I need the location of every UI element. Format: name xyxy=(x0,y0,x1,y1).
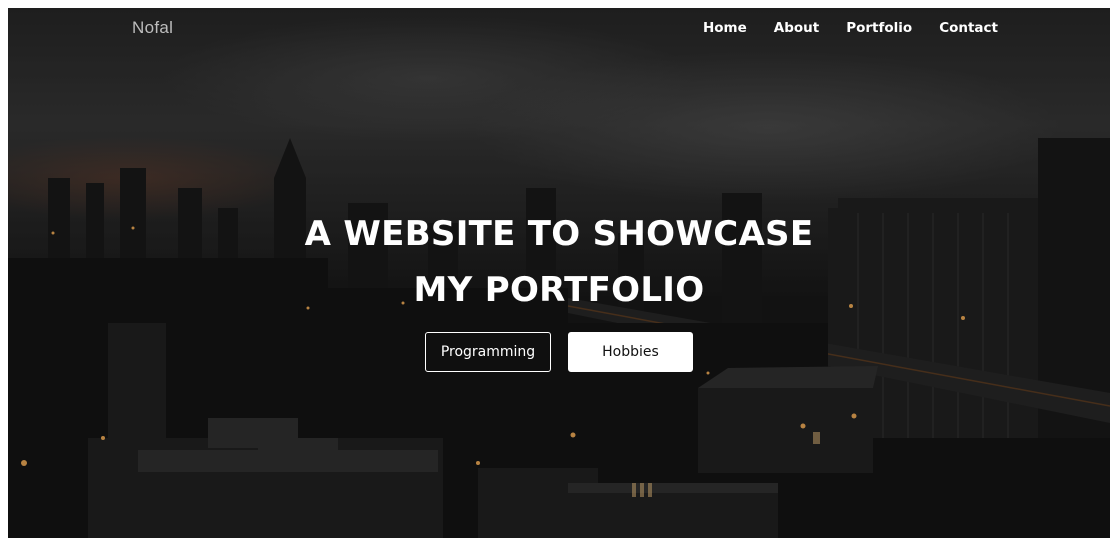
hero-title-line-1: A WEBSITE TO SHOWCASE xyxy=(304,214,814,254)
nav-link-portfolio[interactable]: Portfolio xyxy=(846,20,912,36)
nav-menu: Home About Portfolio Contact xyxy=(703,20,998,36)
hero-title-line-2: MY PORTFOLIO xyxy=(413,270,705,310)
navbar: Nofal Home About Portfolio Contact xyxy=(8,8,1110,48)
nav-link-contact[interactable]: Contact xyxy=(939,20,998,36)
brand-logo[interactable]: Nofal xyxy=(132,18,173,38)
hero-buttons: Programming Hobbies xyxy=(8,332,1110,372)
nav-link-about[interactable]: About xyxy=(774,20,819,36)
hero-section: Nofal Home About Portfolio Contact A WEB… xyxy=(8,8,1110,538)
hero-title: A WEBSITE TO SHOWCASE MY PORTFOLIO xyxy=(8,206,1110,318)
nav-link-home[interactable]: Home xyxy=(703,20,747,36)
hero-heading-block: A WEBSITE TO SHOWCASE MY PORTFOLIO xyxy=(8,206,1110,318)
hobbies-button[interactable]: Hobbies xyxy=(568,332,693,372)
programming-button[interactable]: Programming xyxy=(425,332,551,372)
